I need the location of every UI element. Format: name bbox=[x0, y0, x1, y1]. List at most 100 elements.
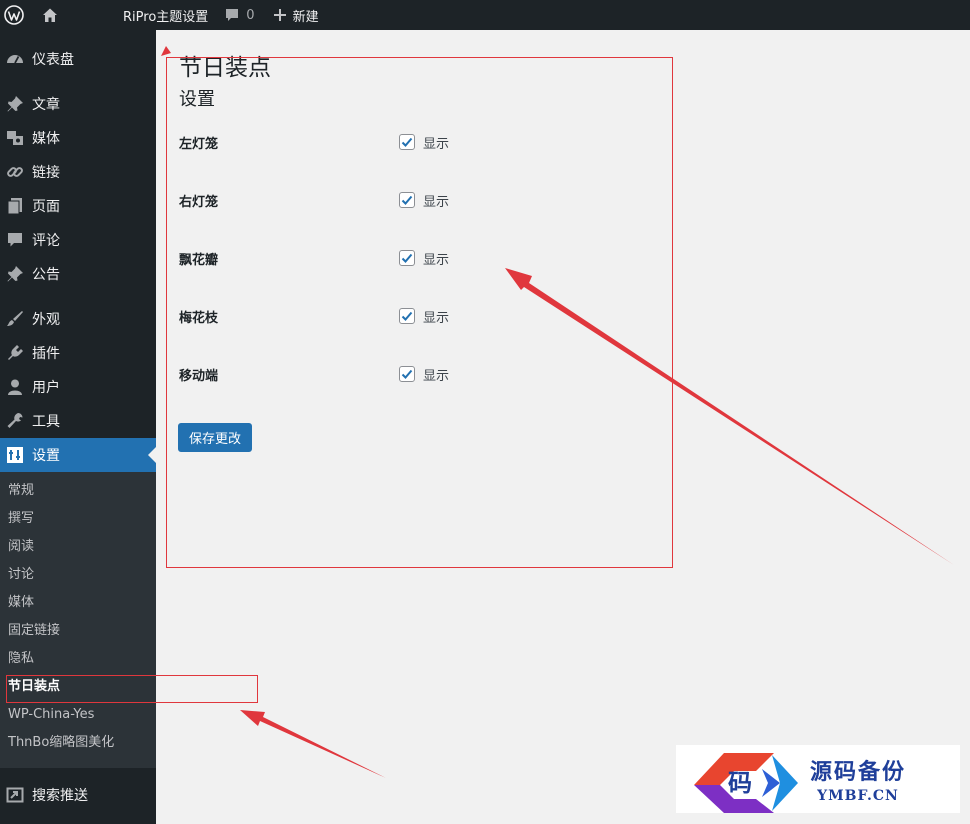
menu-search-push[interactable]: 搜索推送 bbox=[0, 778, 156, 812]
submenu-privacy[interactable]: 隐私 bbox=[8, 648, 34, 670]
wrench-icon bbox=[4, 411, 26, 431]
annotation-arrow-small bbox=[161, 46, 171, 56]
menu-tools[interactable]: 工具 bbox=[0, 404, 156, 438]
menu-label: 插件 bbox=[32, 346, 60, 362]
checkmark-icon bbox=[401, 311, 413, 321]
submenu-reading[interactable]: 阅读 bbox=[8, 536, 34, 558]
menu-label: 公告 bbox=[32, 267, 60, 283]
field-left-lantern: 左灯笼 显示 bbox=[179, 131, 579, 153]
admin-sidebar: 仪表盘 文章 媒体 链接 页面 评论 公告 外观 插件 用户 工具 设置 常规 … bbox=[0, 30, 156, 824]
field-label: 左灯笼 bbox=[179, 136, 219, 152]
show-checkbox[interactable] bbox=[399, 250, 415, 266]
submenu-writing[interactable]: 撰写 bbox=[8, 508, 34, 530]
field-label: 移动端 bbox=[179, 368, 219, 384]
field-label: 飘花瓣 bbox=[179, 252, 219, 268]
checkmark-icon bbox=[401, 137, 413, 147]
user-icon bbox=[4, 377, 26, 397]
submenu-thnbo-thumbnail[interactable]: ThnBo缩略图美化 bbox=[8, 732, 114, 754]
submenu-permalinks[interactable]: 固定链接 bbox=[8, 620, 60, 642]
checkmark-icon bbox=[401, 195, 413, 205]
menu-label: 外观 bbox=[32, 312, 60, 328]
brush-icon bbox=[4, 309, 26, 329]
submenu-festival-decor[interactable]: 节日装点 bbox=[8, 676, 60, 698]
pin-icon bbox=[4, 94, 26, 114]
wordpress-logo-icon bbox=[4, 5, 24, 25]
show-checkbox[interactable] bbox=[399, 308, 415, 324]
menu-posts[interactable]: 文章 bbox=[0, 87, 156, 121]
comment-bubble-icon bbox=[226, 9, 239, 21]
settings-submenu: 常规 撰写 阅读 讨论 媒体 固定链接 隐私 节日装点 WP-China-Yes… bbox=[0, 472, 156, 768]
field-label: 右灯笼 bbox=[179, 194, 219, 210]
menu-settings[interactable]: 设置 bbox=[0, 438, 156, 472]
settings-icon bbox=[4, 445, 26, 465]
comment-count: 0 bbox=[246, 7, 255, 23]
menu-label: 仪表盘 bbox=[32, 52, 74, 68]
menu-label: 文章 bbox=[32, 97, 60, 113]
push-icon bbox=[4, 785, 26, 805]
field-label: 梅花枝 bbox=[179, 310, 219, 326]
watermark-text: 源码备份 YMBF.CN bbox=[810, 754, 906, 804]
menu-label: 媒体 bbox=[32, 131, 60, 147]
home-button[interactable] bbox=[32, 0, 68, 30]
field-right-lantern: 右灯笼 显示 bbox=[179, 189, 579, 211]
page-title: 节日装点 bbox=[179, 55, 271, 81]
menu-label: 设置 bbox=[32, 448, 60, 464]
menu-dashboard[interactable]: 仪表盘 bbox=[0, 42, 156, 76]
show-checkbox[interactable] bbox=[399, 366, 415, 382]
submenu-general[interactable]: 常规 bbox=[8, 480, 34, 502]
pin-icon bbox=[4, 264, 26, 284]
submenu-media[interactable]: 媒体 bbox=[8, 592, 34, 614]
plus-icon bbox=[273, 9, 286, 21]
field-plum-branch: 梅花枝 显示 bbox=[179, 305, 579, 327]
menu-comments[interactable]: 评论 bbox=[0, 223, 156, 257]
new-content-button[interactable]: 新建 bbox=[273, 0, 319, 30]
watermark-logo-char: 码 bbox=[728, 768, 752, 797]
menu-label: 搜索推送 bbox=[32, 788, 88, 804]
comments-button[interactable]: 0 bbox=[224, 0, 255, 30]
plugin-icon bbox=[4, 343, 26, 363]
checkbox-label[interactable]: 显示 bbox=[423, 249, 449, 268]
section-title: 设置 bbox=[179, 89, 215, 110]
link-icon bbox=[4, 162, 26, 182]
site-name-link[interactable]: RiPro主题设置 bbox=[123, 0, 208, 30]
menu-label: 工具 bbox=[32, 414, 60, 430]
dashboard-icon bbox=[4, 49, 26, 69]
new-label: 新建 bbox=[292, 9, 319, 25]
watermark-en: YMBF.CN bbox=[817, 788, 899, 804]
checkbox-label[interactable]: 显示 bbox=[423, 307, 449, 326]
field-falling-petals: 飘花瓣 显示 bbox=[179, 247, 579, 269]
checkmark-icon bbox=[401, 369, 413, 379]
page-icon bbox=[4, 196, 26, 216]
menu-users[interactable]: 用户 bbox=[0, 370, 156, 404]
menu-appearance[interactable]: 外观 bbox=[0, 302, 156, 336]
menu-announcements[interactable]: 公告 bbox=[0, 257, 156, 291]
media-icon bbox=[4, 128, 26, 148]
checkbox-label[interactable]: 显示 bbox=[423, 133, 449, 152]
watermark: 码 源码备份 YMBF.CN bbox=[676, 745, 960, 813]
menu-label: 页面 bbox=[32, 199, 60, 215]
watermark-cn: 源码备份 bbox=[810, 759, 907, 785]
menu-plugins[interactable]: 插件 bbox=[0, 336, 156, 370]
show-checkbox[interactable] bbox=[399, 134, 415, 150]
menu-media[interactable]: 媒体 bbox=[0, 121, 156, 155]
submenu-wp-china-yes[interactable]: WP-China-Yes bbox=[8, 704, 94, 726]
annotation-arrow-menu bbox=[240, 710, 386, 778]
field-mobile: 移动端 显示 bbox=[179, 363, 579, 385]
checkbox-label[interactable]: 显示 bbox=[423, 191, 449, 210]
menu-label: 链接 bbox=[32, 165, 60, 181]
wordpress-logo-button[interactable] bbox=[0, 0, 28, 30]
site-name: RiPro主题设置 bbox=[123, 9, 209, 25]
menu-pages[interactable]: 页面 bbox=[0, 189, 156, 223]
menu-links[interactable]: 链接 bbox=[0, 155, 156, 189]
save-button[interactable]: 保存更改 bbox=[178, 423, 252, 452]
menu-label: 评论 bbox=[32, 233, 60, 249]
menu-label: 用户 bbox=[32, 380, 60, 396]
home-icon bbox=[43, 8, 57, 22]
checkbox-label[interactable]: 显示 bbox=[423, 365, 449, 384]
watermark-logo-icon: 码 bbox=[694, 753, 798, 813]
admin-bar: RiPro主题设置 0 新建 bbox=[0, 0, 970, 30]
submenu-discussion[interactable]: 讨论 bbox=[8, 564, 34, 586]
show-checkbox[interactable] bbox=[399, 192, 415, 208]
checkmark-icon bbox=[401, 253, 413, 263]
comment-icon bbox=[4, 230, 26, 250]
